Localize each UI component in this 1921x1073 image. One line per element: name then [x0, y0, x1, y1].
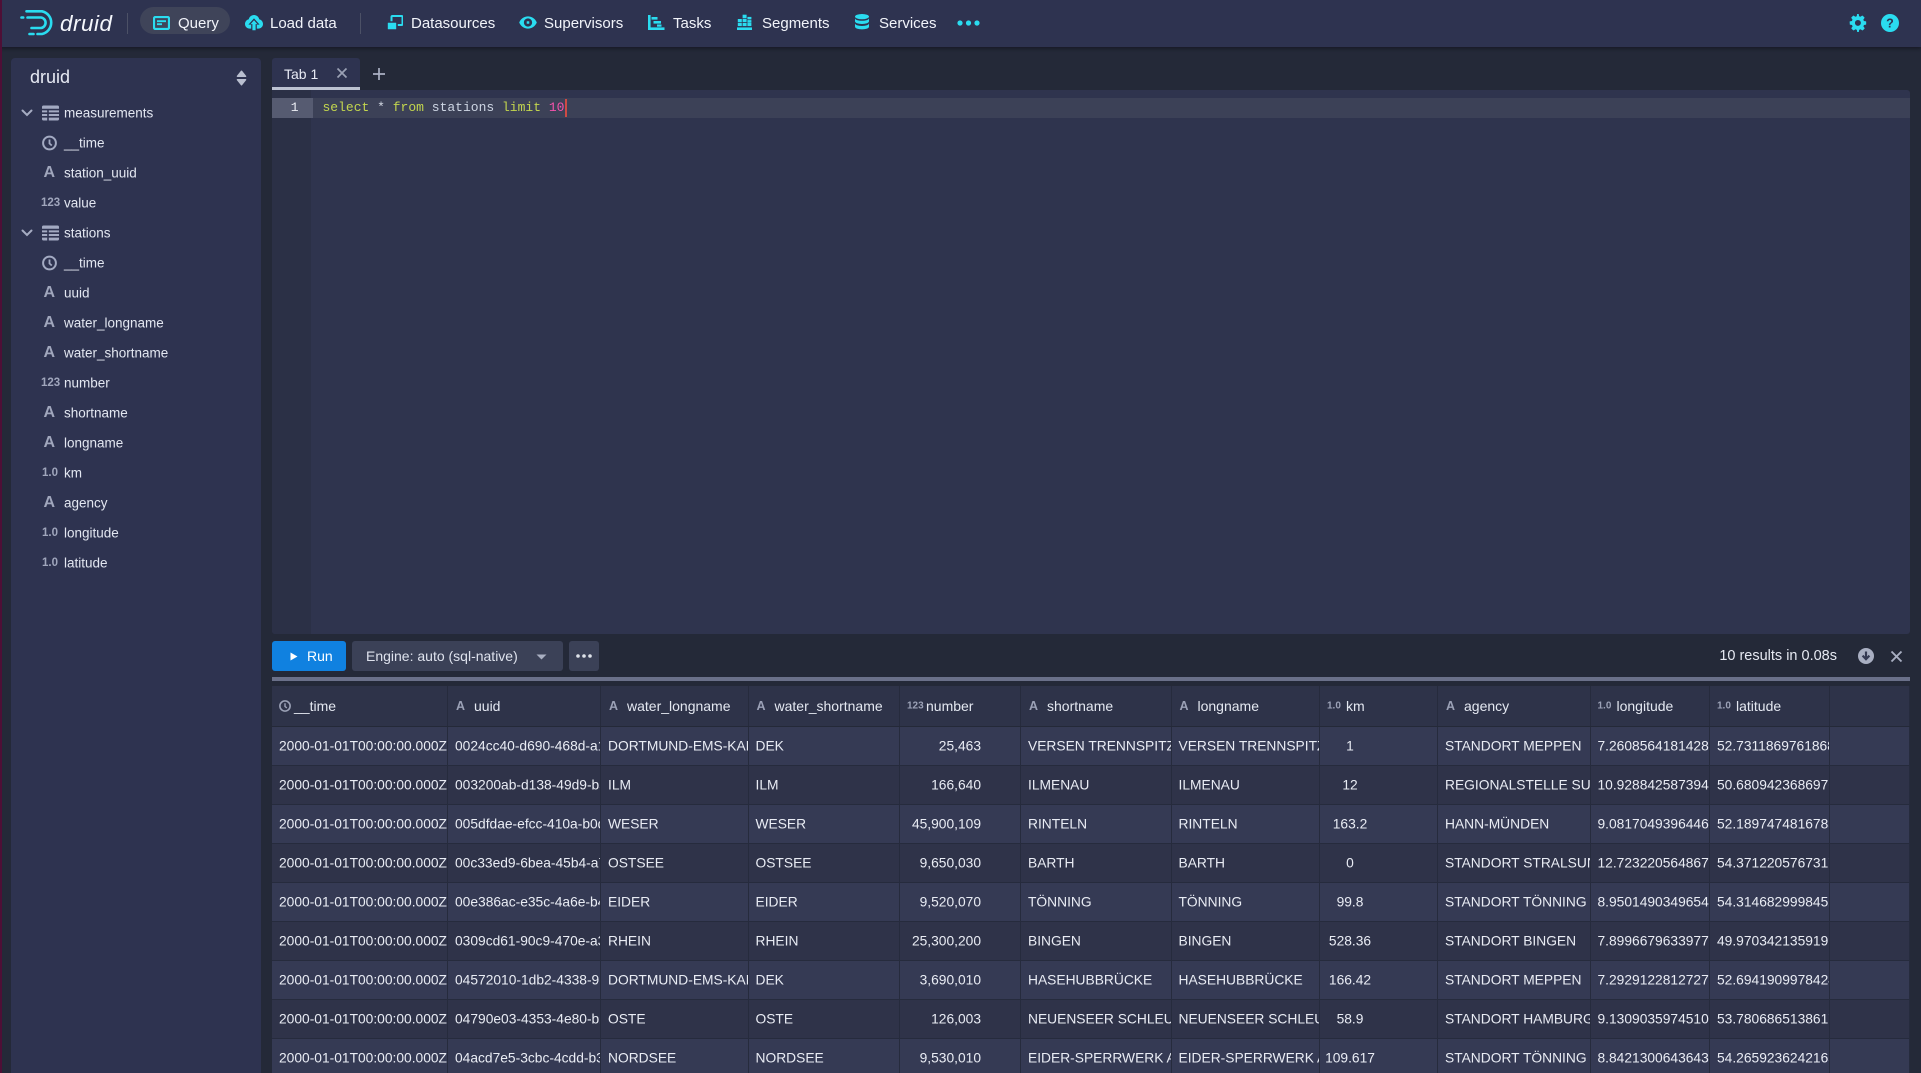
svg-text:?: ? — [1886, 16, 1894, 30]
